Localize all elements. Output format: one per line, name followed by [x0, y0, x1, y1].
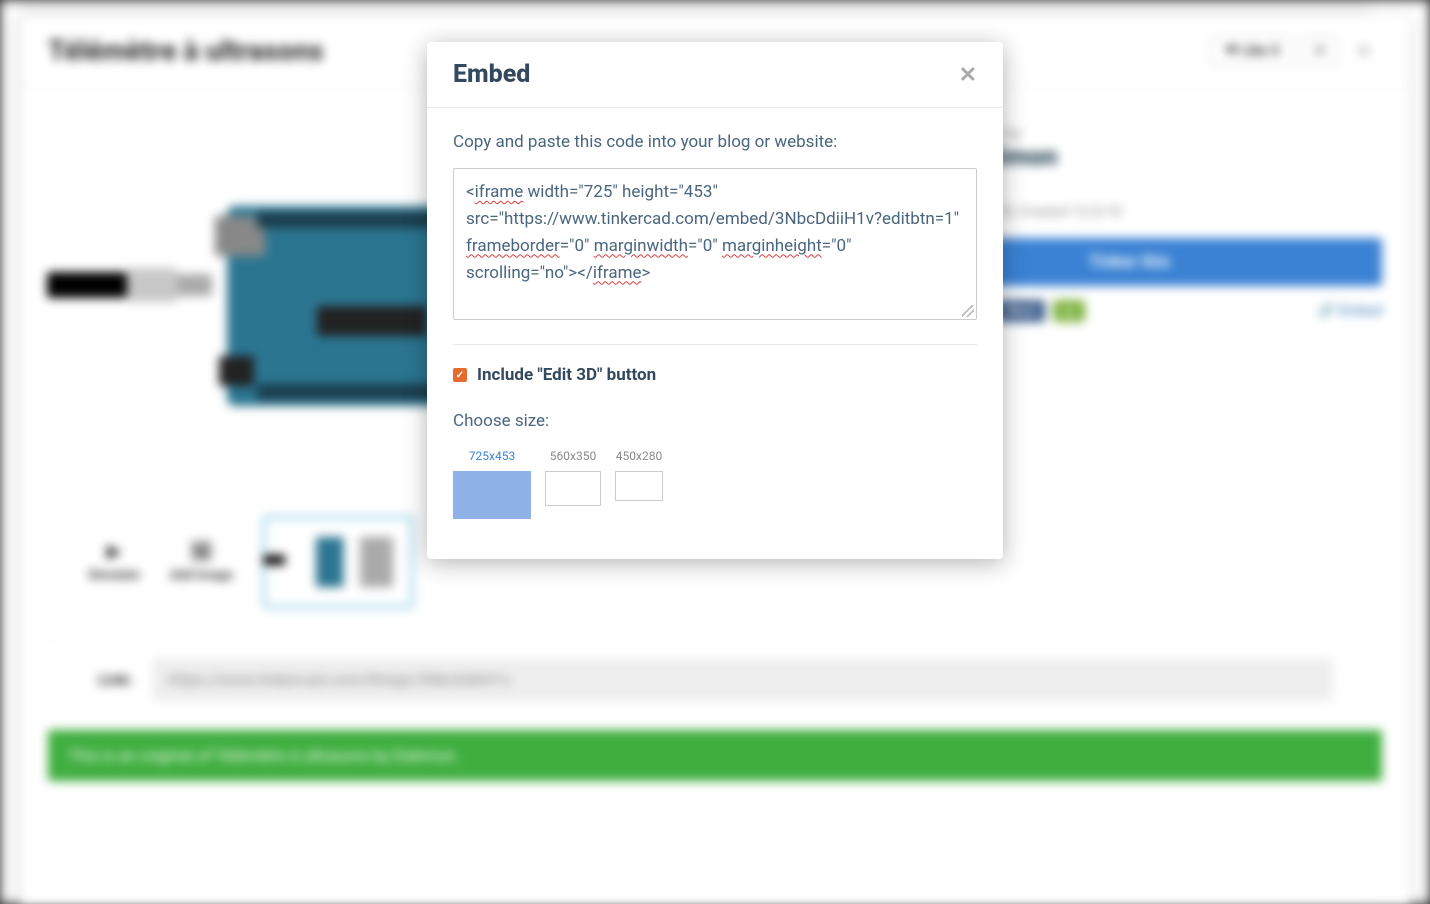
close-icon: ✕ — [959, 62, 977, 87]
embed-instruction: Copy and paste this code into your blog … — [453, 132, 977, 152]
include-edit-checkbox[interactable]: ✓ — [453, 368, 467, 382]
embed-code-textarea[interactable]: <iframe width="725" height="453" src="ht… — [453, 168, 977, 320]
modal-close-button[interactable]: ✕ — [959, 64, 977, 86]
size-options: 725x453 560x350 450x280 — [453, 449, 977, 519]
resize-handle[interactable] — [962, 305, 974, 317]
size-option-725x453[interactable]: 725x453 — [453, 449, 531, 519]
embed-modal: Embed ✕ Copy and paste this code into yo… — [427, 42, 1003, 559]
include-edit-label: Include "Edit 3D" button — [477, 365, 656, 385]
choose-size-label: Choose size: — [453, 411, 977, 431]
size-option-560x350[interactable]: 560x350 — [545, 449, 601, 506]
modal-title: Embed — [453, 60, 530, 89]
size-option-450x280[interactable]: 450x280 — [615, 449, 663, 501]
